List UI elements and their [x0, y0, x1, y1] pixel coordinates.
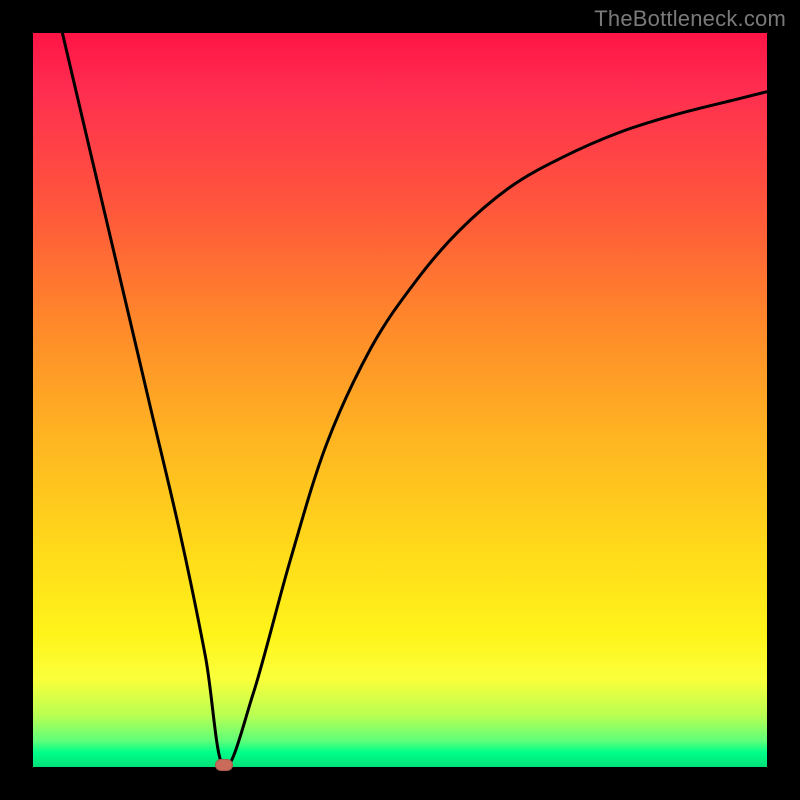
watermark-text: TheBottleneck.com [594, 6, 786, 32]
bottleneck-curve [33, 33, 767, 767]
trough-marker [215, 759, 233, 771]
plot-area [33, 33, 767, 767]
chart-container: TheBottleneck.com [0, 0, 800, 800]
